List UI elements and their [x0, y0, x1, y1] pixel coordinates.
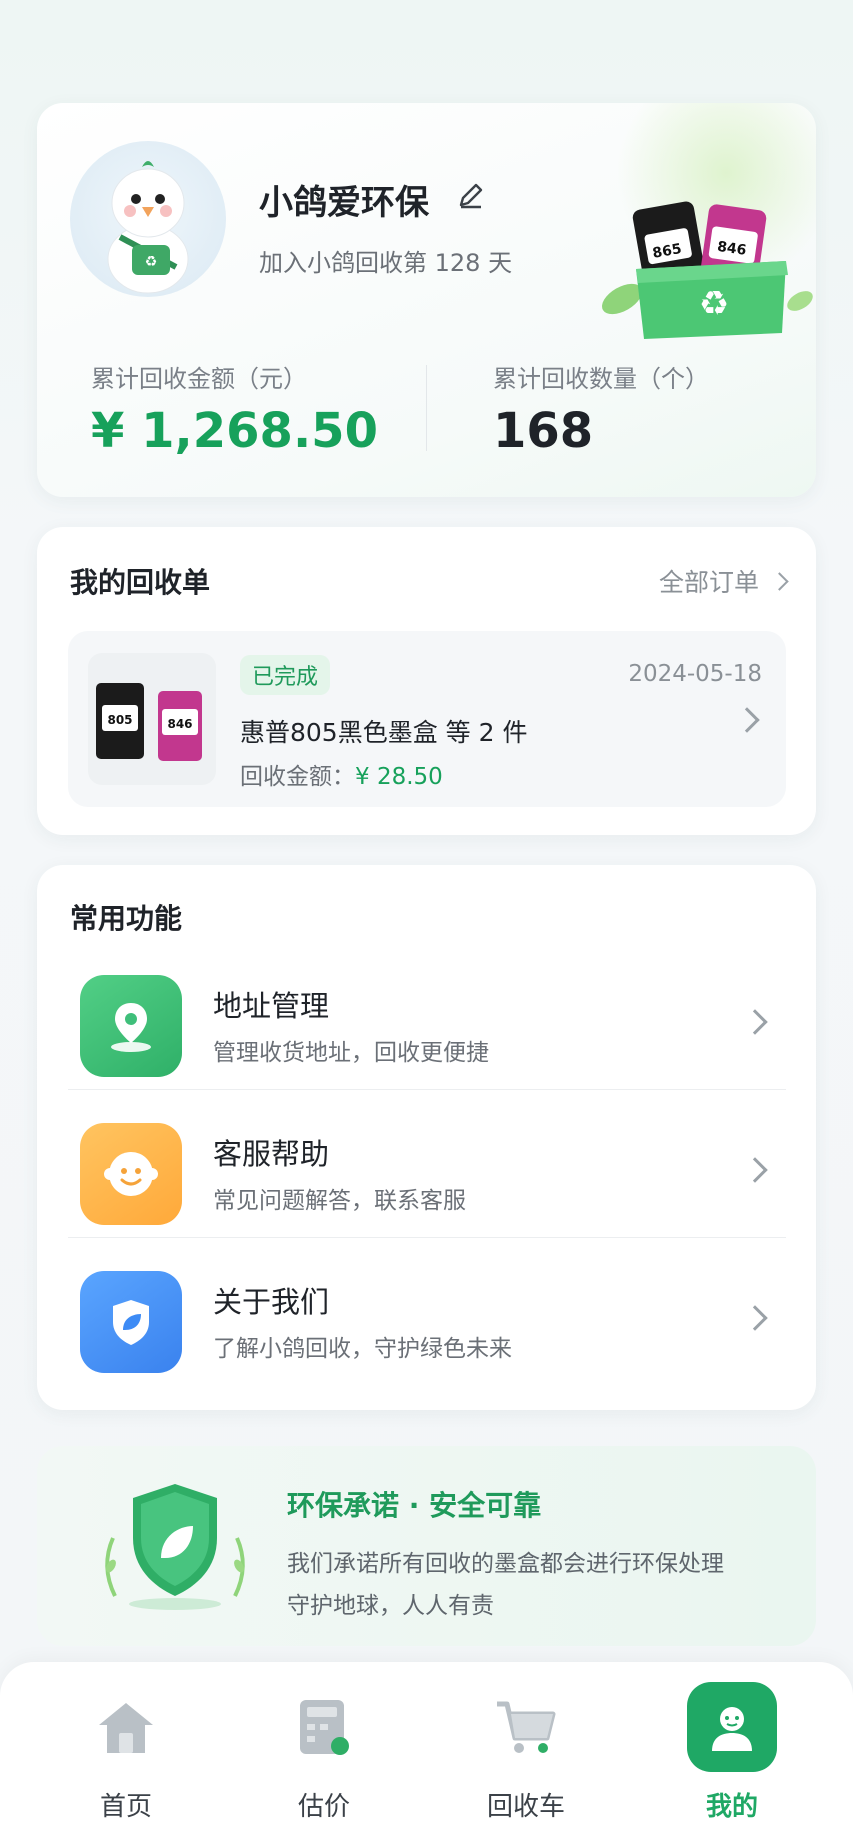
tab-estimate[interactable]: 估价 — [264, 1682, 384, 1832]
func-title: 地址管理 — [213, 989, 330, 1023]
functions-title: 常用功能 — [70, 902, 183, 935]
ink-cartridge-icon: 805 846 — [96, 683, 202, 761]
svg-text:♻: ♻ — [699, 284, 729, 324]
orders-title: 我的回收单 — [70, 566, 211, 599]
tab-home[interactable]: 首页 — [66, 1682, 186, 1832]
order-date: 2024-05-18 — [628, 661, 762, 687]
cart-icon — [481, 1682, 571, 1772]
home-icon — [81, 1682, 171, 1772]
order-name: 惠普805黑色墨盒 等 2 件 — [240, 718, 528, 747]
total-count-value: 168 — [493, 403, 594, 459]
stats-divider — [426, 365, 427, 451]
orders-card: 我的回收单 全部订单 805 846 已完成 2024-05-18 惠普805黑… — [37, 527, 816, 835]
chevron-right-icon — [770, 571, 789, 591]
order-thumbnail: 805 846 — [88, 653, 216, 785]
all-orders-label: 全部订单 — [658, 568, 759, 597]
func-address-management[interactable]: 地址管理 管理收货地址，回收更便捷 — [68, 951, 786, 1099]
order-amount-label: 回收金额： — [240, 764, 355, 790]
shield-badge-icon — [105, 1484, 245, 1610]
chevron-right-icon — [742, 1009, 768, 1035]
order-amount-value: ¥ 28.50 — [355, 764, 443, 790]
tab-label: 首页 — [99, 1792, 152, 1822]
svg-text:♻: ♻ — [145, 254, 158, 270]
all-orders-link[interactable]: 全部订单 — [658, 563, 789, 599]
promise-line-2: 守护地球，人人有责 — [287, 1593, 494, 1619]
total-count-label: 累计回收数量（个） — [493, 365, 709, 393]
tab-label: 我的 — [705, 1792, 758, 1822]
joined-days: 加入小鸽回收第 128 天 — [259, 249, 513, 277]
total-amount-value: ¥ 1,268.50 — [91, 403, 378, 459]
bottom-tab-bar: 首页 估价 回收车 我的 — [0, 1662, 853, 1844]
shield-leaf-icon — [80, 1271, 182, 1373]
edit-icon[interactable] — [455, 179, 487, 211]
func-subtitle: 常见问题解答，联系客服 — [213, 1188, 466, 1214]
pigeon-avatar-icon: ♻ — [107, 161, 189, 294]
user-icon — [687, 1682, 777, 1772]
tab-label: 估价 — [297, 1792, 350, 1822]
tab-mine[interactable]: 我的 — [672, 1682, 792, 1832]
nickname: 小鸽爱环保 — [259, 183, 429, 223]
calculator-icon — [279, 1682, 369, 1772]
func-subtitle: 管理收货地址，回收更便捷 — [213, 1040, 489, 1066]
promise-title: 环保承诺 · 安全可靠 — [287, 1489, 542, 1522]
func-subtitle: 了解小鸽回收，守护绿色未来 — [213, 1336, 512, 1362]
order-item[interactable]: 805 846 已完成 2024-05-18 惠普805黑色墨盒 等 2 件 回… — [68, 631, 786, 807]
func-customer-service[interactable]: 客服帮助 常见问题解答，联系客服 — [68, 1099, 786, 1247]
thumb-label-805: 805 — [107, 713, 132, 727]
divider — [68, 1089, 786, 1090]
func-title: 关于我们 — [213, 1285, 330, 1319]
tab-label: 回收车 — [486, 1792, 565, 1822]
smile-icon — [80, 1123, 182, 1225]
promise-line-1: 我们承诺所有回收的墨盒都会进行环保处理 — [287, 1551, 724, 1577]
func-title: 客服帮助 — [213, 1137, 330, 1171]
divider — [68, 1237, 786, 1238]
chevron-right-icon — [742, 1157, 768, 1183]
functions-card: 常用功能 地址管理 管理收货地址，回收更便捷 客服帮助 常见问题解答，联系客服 … — [37, 865, 816, 1410]
func-about-us[interactable]: 关于我们 了解小鸽回收，守护绿色未来 — [68, 1247, 786, 1395]
promise-banner: 环保承诺 · 安全可靠 我们承诺所有回收的墨盒都会进行环保处理 守护地球，人人有… — [37, 1446, 816, 1646]
order-amount: 回收金额：¥ 28.50 — [240, 757, 443, 791]
chevron-right-icon — [742, 1305, 768, 1331]
status-badge: 已完成 — [240, 655, 331, 695]
recycle-box-illustration-icon: 865 846 ♻ — [602, 201, 813, 339]
tab-cart[interactable]: 回收车 — [466, 1682, 586, 1832]
chevron-right-icon — [734, 707, 760, 733]
location-icon — [80, 975, 182, 1077]
profile-card: ♻ 小鸽爱环保 加入小鸽回收第 128 天 865 846 ♻ 累计回收金额（元… — [37, 103, 816, 497]
avatar[interactable]: ♻ — [70, 141, 226, 297]
total-amount-label: 累计回收金额（元） — [91, 365, 307, 393]
thumb-label-846: 846 — [167, 717, 192, 731]
